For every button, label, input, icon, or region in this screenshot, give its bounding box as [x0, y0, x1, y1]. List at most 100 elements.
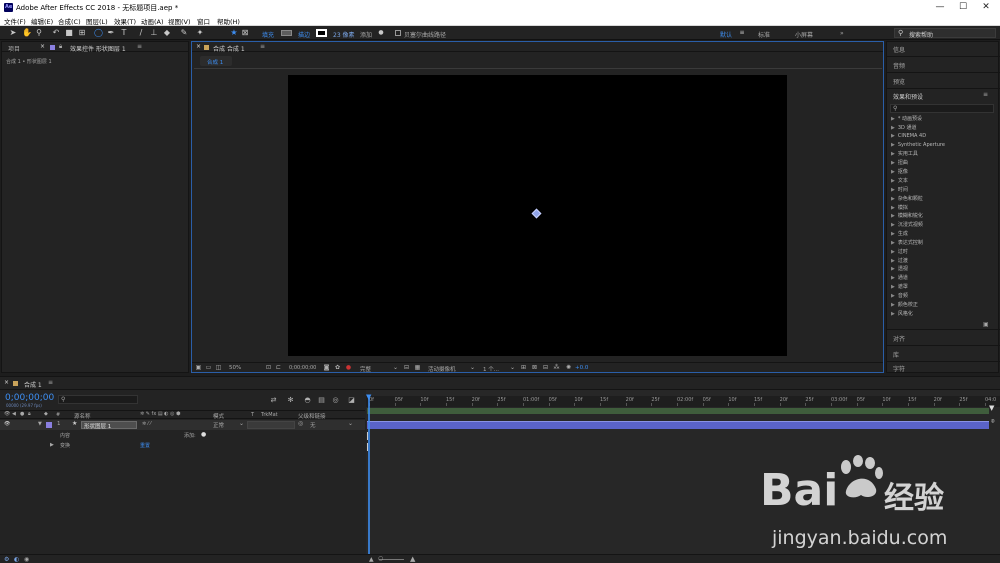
transform-group[interactable]: 变换 — [60, 442, 70, 449]
expand-triangle-icon[interactable]: ▶ — [891, 311, 895, 317]
pan-behind-tool-icon[interactable]: ⊞ — [78, 29, 86, 37]
zoom-in-icon[interactable]: ▲ — [410, 555, 415, 563]
solo-icon[interactable]: ● — [20, 411, 24, 417]
workspace-menu-icon[interactable]: ≡ — [738, 29, 746, 37]
label-icon[interactable]: ◆ — [44, 411, 48, 417]
expand-triangle-icon[interactable]: ▶ — [50, 442, 54, 448]
rotate-tool-icon[interactable]: ↶ — [52, 29, 60, 37]
comp-mini-flowchart-icon[interactable]: ⇄ — [270, 397, 277, 404]
transparency-grid-icon[interactable]: ▦ — [414, 364, 421, 371]
expand-triangle-icon[interactable]: ▶ — [891, 178, 895, 184]
mask-icon[interactable]: ◫ — [215, 364, 222, 371]
motion-blur-icon[interactable]: ◎ — [332, 397, 339, 404]
close-icon[interactable]: × — [196, 43, 201, 50]
expand-triangle-icon[interactable]: ▶ — [891, 151, 895, 157]
effects-category-item[interactable]: ▶ 生成 — [891, 230, 908, 237]
camera-tool-icon[interactable]: ■ — [65, 29, 73, 37]
expand-triangle-icon[interactable]: ▼ — [38, 421, 42, 427]
bezier-checkbox[interactable] — [395, 30, 401, 36]
lock-icon[interactable]: 🔒︎ — [28, 411, 31, 417]
effects-category-item[interactable]: ▶ 时间 — [891, 186, 908, 193]
always-preview-icon[interactable]: ▣ — [195, 364, 202, 371]
effects-category-item[interactable]: ▶ 音频 — [891, 292, 908, 299]
new-preset-icon[interactable]: ▣ — [983, 321, 989, 328]
expand-triangle-icon[interactable]: ▶ — [891, 142, 895, 148]
flowchart-tab[interactable]: 合成 1 — [200, 56, 232, 66]
stroke-swatch[interactable] — [316, 29, 327, 37]
playhead-line[interactable] — [368, 396, 370, 563]
expand-triangle-icon[interactable]: ▶ — [891, 133, 895, 139]
effects-category-item[interactable]: ▶ 沉浸式视频 — [891, 221, 923, 228]
effects-category-item[interactable]: ▶ 抠像 — [891, 168, 908, 175]
pen-tool-icon[interactable]: ✒ — [107, 29, 115, 37]
menu-composition[interactable]: 合成(C) — [58, 16, 81, 26]
viewer-timecode[interactable]: 0;00;00;00 — [289, 365, 316, 371]
visibility-icon[interactable]: 👁︎ — [4, 411, 10, 417]
resolution-select[interactable]: 完整 — [360, 365, 371, 373]
zoom-tool-icon[interactable]: ⚲ — [35, 29, 43, 37]
expand-triangle-icon[interactable]: ▶ — [891, 293, 895, 299]
contents-group[interactable]: 内容 — [60, 432, 70, 439]
effects-category-item[interactable]: ▶ Synthetic Aperture — [891, 142, 945, 148]
time-ruler[interactable]: 0f 05f 10f 15f 20f 25f 01:00f 05f 10f 15f 20f 25f 02… — [366, 396, 1000, 407]
region-of-interest-icon[interactable]: ⊟ — [403, 364, 410, 371]
effects-category-item[interactable]: ▶ 模拟 — [891, 204, 908, 211]
add-circle-icon[interactable]: ● — [377, 29, 385, 37]
effects-category-item[interactable]: ▶ 风格化 — [891, 310, 913, 317]
puppet-pin-tool-icon[interactable]: ✦ — [196, 29, 204, 37]
snapping-icon[interactable]: ⊠ — [241, 29, 249, 37]
expand-triangle-icon[interactable]: ▶ — [891, 213, 895, 219]
layer-row[interactable]: 👁︎ ▼ 1 ★ 形状图层 1 ✲ ⁄ ⁄ 正常 ⌄ ◎ 无 ⌄ — [0, 420, 365, 430]
menu-view[interactable]: 视图(V) — [168, 16, 191, 26]
menu-window[interactable]: 窗口 — [197, 16, 210, 26]
column-mode[interactable]: 模式 — [213, 412, 224, 420]
anchor-point-icon[interactable] — [531, 208, 542, 219]
expand-triangle-icon[interactable]: ▶ — [891, 284, 895, 290]
stroke-label[interactable]: 描边 — [298, 30, 310, 39]
close-icon[interactable]: ✕ — [975, 1, 997, 13]
layer-name-field[interactable]: 形状图层 1 — [81, 421, 137, 430]
audio-panel-header[interactable]: 音频 — [893, 61, 905, 70]
effects-category-item[interactable]: ▶ 透视 — [891, 265, 908, 272]
composition-viewer-canvas[interactable] — [288, 75, 787, 356]
layer-mode-select[interactable]: 正常 — [213, 421, 224, 429]
brush-tool-icon[interactable]: / — [137, 29, 145, 37]
ellipse-tool-icon[interactable]: ◯ — [94, 29, 103, 37]
chevron-down-icon[interactable]: ⌄ — [469, 364, 476, 371]
expand-triangle-icon[interactable]: ▶ — [891, 169, 895, 175]
effects-category-item[interactable]: ▶ * 动画预设 — [891, 115, 922, 122]
effects-category-item[interactable]: ▶ 遮罩 — [891, 283, 908, 290]
color-channel-icon[interactable]: ● — [345, 364, 352, 371]
effects-category-item[interactable]: ▶ 杂色和颗粒 — [891, 195, 923, 202]
chevron-down-icon[interactable]: ⌄ — [239, 420, 244, 427]
maximize-icon[interactable]: ☐ — [952, 1, 974, 13]
menu-layer[interactable]: 图层(L) — [86, 16, 108, 26]
column-parent[interactable]: 父级和链接 — [298, 412, 326, 420]
exposure-icon[interactable]: ✺ — [565, 364, 572, 371]
chevron-down-icon[interactable]: ⌄ — [509, 364, 516, 371]
panel-menu-icon[interactable]: ≡ — [48, 379, 53, 386]
work-area-end-handle[interactable]: ▼ — [989, 404, 994, 412]
switches-icon[interactable]: ✲ ✎ fx ▤ ◐ ◎ ⬢ — [140, 411, 180, 417]
effects-category-item[interactable]: ▶ 颜色校正 — [891, 301, 918, 308]
workspace-default[interactable]: 默认 — [720, 30, 732, 39]
camera-select[interactable]: 活动摄像机 — [428, 365, 456, 373]
pick-whip-icon[interactable]: ◎ — [298, 420, 303, 427]
trkmat-select[interactable] — [247, 421, 295, 429]
frame-blending-icon[interactable]: ▤ — [318, 397, 325, 404]
lock-icon[interactable]: 🔒︎ — [59, 43, 62, 51]
draft-3d-icon[interactable]: ✻ — [287, 397, 294, 404]
zoom-slider-thumb[interactable]: ○ — [378, 555, 383, 562]
effects-category-item[interactable]: ▶ 3D 通道 — [891, 124, 916, 131]
timeline-timecode[interactable]: 0;00;00;00 — [5, 393, 54, 403]
snapshot-camera-icon[interactable]: ◙ — [323, 364, 330, 371]
shy-layers-icon[interactable]: ◓ — [304, 397, 311, 404]
expand-triangle-icon[interactable]: ▶ — [891, 187, 895, 193]
effects-category-item[interactable]: ▶ CINEMA 4D — [891, 133, 926, 139]
comp-button-icon[interactable]: ⌾ — [991, 418, 995, 426]
parent-select[interactable]: 无 — [310, 421, 316, 429]
toggle-pixel-aspect-icon[interactable]: ⊞ — [520, 364, 527, 371]
effects-category-item[interactable]: ▶ 表达式控制 — [891, 239, 923, 246]
expand-triangle-icon[interactable]: ▶ — [891, 196, 895, 202]
help-search-field[interactable]: ⚲ 搜索帮助 — [894, 28, 996, 39]
